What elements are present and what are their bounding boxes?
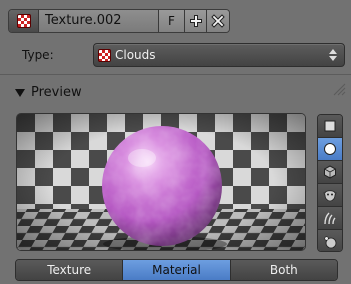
plane-icon	[324, 120, 336, 132]
texture-name-field[interactable]: Texture.002	[39, 10, 159, 32]
world-sphere-icon	[324, 235, 337, 248]
preview-panel-header[interactable]: Preview	[15, 85, 82, 100]
fake-user-button[interactable]: F	[159, 10, 185, 32]
preview-world-button[interactable]	[318, 230, 342, 251]
checker-texture-icon	[98, 48, 111, 62]
sphere-icon	[324, 143, 336, 155]
material-preview	[16, 113, 306, 251]
preview-plane-button[interactable]	[318, 115, 342, 138]
texture-datablock: Texture.002 F	[8, 9, 230, 33]
tab-texture[interactable]: Texture	[16, 260, 124, 280]
monkey-icon	[323, 190, 337, 202]
preview-sphere-button[interactable]	[318, 138, 342, 161]
updown-arrows-icon	[327, 49, 339, 61]
close-icon	[211, 14, 225, 28]
texture-browse-button[interactable]	[9, 10, 39, 32]
hair-icon	[324, 212, 336, 225]
panel-grip-icon[interactable]	[330, 82, 346, 96]
unlink-texture-button[interactable]	[207, 10, 229, 32]
panel-divider	[0, 74, 351, 75]
tab-material[interactable]: Material	[123, 260, 231, 280]
tab-both[interactable]: Both	[230, 260, 337, 280]
type-label: Type:	[22, 48, 54, 62]
cube-icon	[324, 165, 336, 179]
preview-target-tabs: Texture Material Both	[15, 259, 338, 281]
type-dropdown[interactable]: Clouds	[93, 43, 345, 67]
plus-icon	[189, 15, 202, 27]
collapse-triangle-icon	[15, 88, 25, 97]
checker-texture-icon	[16, 14, 31, 28]
preview-monkey-button[interactable]	[318, 184, 342, 207]
new-texture-button[interactable]	[185, 10, 207, 32]
preview-hair-button[interactable]	[318, 207, 342, 230]
preview-render-image	[17, 114, 305, 250]
type-value: Clouds	[115, 48, 156, 62]
preview-type-buttons	[317, 114, 343, 252]
preview-header-label: Preview	[31, 85, 82, 100]
preview-cube-button[interactable]	[318, 161, 342, 184]
